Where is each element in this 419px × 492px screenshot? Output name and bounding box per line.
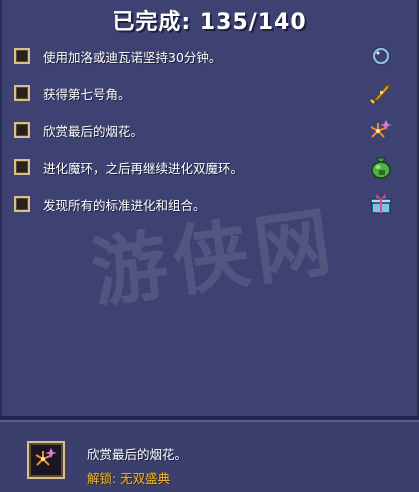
achievements-panel: 已完成: 135/140 游侠网 使用加洛或迪瓦诺坚持30分钟。 获得第七号角。…: [0, 0, 419, 416]
achievement-label: 欣赏最后的烟花。: [43, 123, 144, 139]
achievement-label: 使用加洛或迪瓦诺坚持30分钟。: [43, 49, 222, 65]
achievement-label: 获得第七号角。: [43, 86, 131, 102]
completion-title: 已完成: 135/140: [112, 10, 307, 35]
achievement-row[interactable]: 获得第七号角。: [14, 78, 409, 108]
fireworks-icon: [367, 116, 395, 144]
achievement-row[interactable]: 发现所有的标准进化和组合。: [14, 189, 409, 219]
achievement-checkbox[interactable]: [14, 48, 30, 64]
achievement-detail-panel: 欣赏最后的烟花。 解锁: 无双盛典: [0, 420, 419, 492]
achievement-checkbox[interactable]: [14, 159, 30, 175]
detail-icon-frame: [27, 441, 65, 479]
achievement-checkbox[interactable]: [14, 85, 30, 101]
achievement-checkbox[interactable]: [14, 196, 30, 212]
golden-horn-icon: [367, 79, 395, 107]
achievement-row[interactable]: 使用加洛或迪瓦诺坚持30分钟。: [14, 41, 409, 71]
ring-icon: [367, 42, 395, 70]
unlock-reward-text: 解锁: 无双盛典: [87, 471, 171, 486]
achievement-label: 进化魔环，之后再继续进化双魔环。: [43, 160, 244, 176]
gift-box-icon: [367, 190, 395, 218]
green-money-bag-icon: [367, 153, 395, 181]
detail-description: 欣赏最后的烟花。: [87, 447, 188, 462]
achievement-row[interactable]: 进化魔环，之后再继续进化双魔环。: [14, 152, 409, 182]
achievement-row[interactable]: 欣赏最后的烟花。: [14, 115, 409, 145]
fireworks-icon: [33, 445, 59, 475]
achievement-label: 发现所有的标准进化和组合。: [43, 197, 206, 213]
achievement-checkbox[interactable]: [14, 122, 30, 138]
